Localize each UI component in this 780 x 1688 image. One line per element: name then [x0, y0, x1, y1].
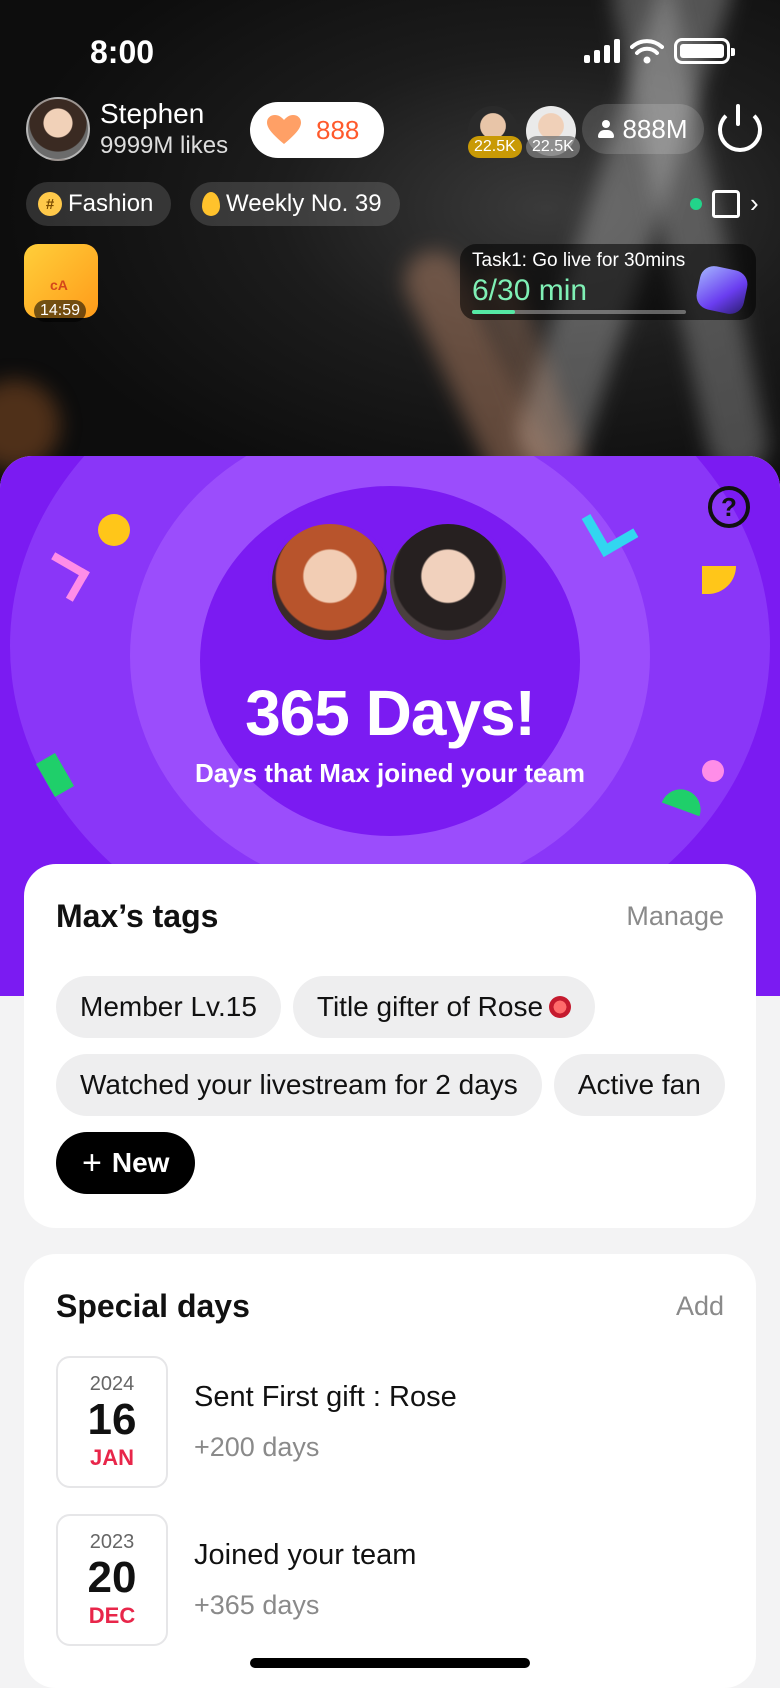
- home-icon[interactable]: [712, 189, 740, 218]
- top-viewer-score: 22.5K: [468, 136, 522, 158]
- gift-timer: 14:59: [34, 300, 87, 322]
- host-name: Stephen: [100, 98, 205, 129]
- user-icon: [598, 120, 615, 138]
- viewer-count: 888M: [622, 113, 688, 144]
- date-day: 20: [87, 1553, 137, 1603]
- fan-avatar: [268, 520, 392, 644]
- flame-icon: [202, 192, 220, 216]
- signal-icon: [584, 39, 620, 63]
- fan-detail-sheet: ? 365 Days! Days that Max joined your te…: [0, 456, 780, 1688]
- live-more-controls[interactable]: ›: [690, 188, 759, 219]
- host-profile[interactable]: Stephen 9999M likes: [26, 96, 228, 162]
- home-indicator: [250, 1658, 530, 1668]
- tags-card-title: Max’s tags: [56, 898, 219, 934]
- date-year: 2024: [89, 1373, 135, 1396]
- task-card[interactable]: Task1: Go live for 30mins 6/30 min: [460, 244, 756, 320]
- weekly-rank-label: Weekly No. 39: [226, 190, 382, 217]
- category-chip[interactable]: # Fashion: [26, 182, 172, 226]
- host-likes: 9999M likes: [100, 132, 229, 159]
- special-day-item[interactable]: 2024 16 JAN Sent First gift : Rose +200 …: [56, 1356, 736, 1488]
- special-day-count: +365 days: [194, 1590, 320, 1620]
- tag-chip[interactable]: Active fan: [553, 1054, 725, 1116]
- special-day-title: Sent First gift : Rose: [194, 1381, 457, 1413]
- task-title: Task1: Go live for 30mins: [472, 250, 686, 271]
- status-icons: [584, 38, 735, 64]
- top-viewer-score: 22.5K: [526, 136, 580, 158]
- viewer-count-pill[interactable]: 888M: [582, 104, 704, 154]
- live-dot-icon: [690, 197, 702, 210]
- manage-tags-button[interactable]: Manage: [626, 901, 724, 932]
- special-day-count: +200 days: [194, 1432, 320, 1462]
- tag-chip[interactable]: Watched your livestream for 2 days: [56, 1054, 542, 1116]
- host-avatar-large: [386, 520, 510, 644]
- category-label: Fashion: [68, 190, 154, 217]
- date-month: JAN: [89, 1444, 134, 1470]
- date-day: 16: [87, 1395, 137, 1445]
- weekly-rank-chip[interactable]: Weekly No. 39: [190, 182, 400, 226]
- anniversary-title: 365 Days!: [245, 677, 536, 749]
- wifi-icon: [630, 39, 664, 64]
- tag-chip[interactable]: Title gifter of Rose: [292, 976, 596, 1038]
- date-badge: 2023 20 DEC: [56, 1514, 168, 1646]
- chevron-right-icon[interactable]: ›: [750, 188, 759, 219]
- date-month: DEC: [88, 1602, 136, 1628]
- host-avatar[interactable]: [26, 97, 90, 161]
- gift-brand-mark: cA: [50, 277, 68, 293]
- power-icon[interactable]: [718, 104, 762, 152]
- task-progress-bar: [472, 310, 686, 314]
- special-day-item[interactable]: 2023 20 DEC Joined your team +365 days: [56, 1514, 736, 1646]
- new-tag-label: New: [111, 1147, 170, 1178]
- special-day-title: Joined your team: [194, 1539, 417, 1571]
- battery-icon: [674, 38, 735, 64]
- anniversary-subtitle: Days that Max joined your team: [194, 758, 586, 788]
- heart-icon: [267, 115, 301, 144]
- hashtag-icon: #: [38, 192, 62, 216]
- tags-card: Max’s tags Manage Member Lv.15 Title gif…: [24, 864, 756, 1228]
- date-badge: 2024 16 JAN: [56, 1356, 168, 1488]
- add-special-day-button[interactable]: Add: [676, 1291, 724, 1322]
- status-time: 8:00: [90, 34, 155, 70]
- special-days-title: Special days: [56, 1288, 250, 1324]
- tag-list: Member Lv.15 Title gifter of Rose Watche…: [56, 976, 736, 1194]
- heart-counter[interactable]: 888: [250, 102, 384, 158]
- plus-icon: +: [82, 1144, 102, 1182]
- new-tag-button[interactable]: + New: [56, 1132, 196, 1194]
- rose-icon: [549, 996, 572, 1018]
- special-days-card: Special days Add 2024 16 JAN Sent First …: [24, 1254, 756, 1688]
- heart-count: 888: [316, 114, 360, 145]
- date-year: 2023: [89, 1531, 135, 1554]
- tag-chip[interactable]: Member Lv.15: [56, 976, 281, 1038]
- confetti-dot: [98, 514, 130, 546]
- help-icon[interactable]: ?: [708, 486, 750, 528]
